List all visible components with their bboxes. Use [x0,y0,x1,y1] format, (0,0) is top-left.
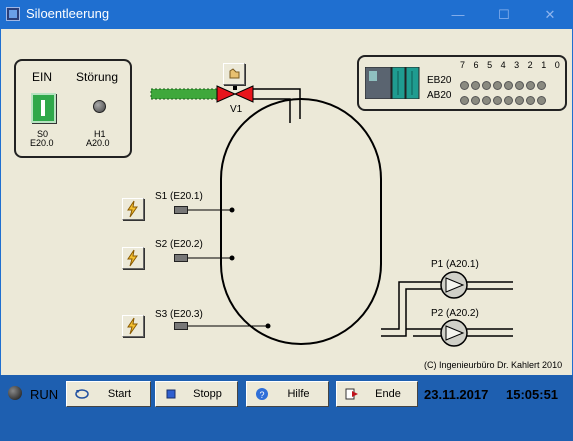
sensor-s2-button[interactable] [122,247,144,269]
valve-toggle-button[interactable] [223,63,245,85]
lightning-icon [127,249,138,267]
sensor-s1-button[interactable] [122,198,144,220]
pump-p1-label: P1 (A20.1) [431,259,479,270]
valve-label: V1 [230,104,243,115]
start-label: Start [107,388,132,400]
feed-pipe [151,89,217,99]
process-diagram [150,84,513,347]
hand-icon [229,68,240,79]
title-bar: Siloentleerung — ☐ ✕ [0,0,573,29]
stopp-label: Stopp [193,388,222,400]
pump-p2-label: P2 (A20.2) [431,308,479,319]
stopp-button[interactable]: Stopp [155,381,238,407]
lightning-icon [127,317,138,335]
hilfe-button[interactable]: ? Hilfe [246,381,329,407]
minimize-icon[interactable]: — [435,0,481,29]
hilfe-label: Hilfe [287,388,310,400]
sensor-s2-label: S2 (E20.2) [155,239,203,250]
lightning-icon [127,200,138,218]
sensor-s1-label: S1 (E20.1) [155,191,203,202]
start-button[interactable]: Start [66,381,151,407]
sensor-s3-button[interactable] [122,315,144,337]
window-title: Siloentleerung [26,6,110,21]
app-icon [6,7,20,21]
date-display: 23.11.2017 [424,387,489,402]
close-icon[interactable]: ✕ [527,0,573,29]
copyright: (C) Ingenieurbüro Dr. Kahlert 2010 [424,360,563,370]
maximize-icon[interactable]: ☐ [481,0,527,29]
inlet-pipe [253,88,301,119]
run-label: RUN [30,387,59,402]
sensor-s3-label: S3 (E20.3) [155,309,203,320]
sensor-s2 [174,254,188,262]
ende-button[interactable]: Ende [336,381,418,407]
sensor-s3 [174,322,188,330]
outlet-pipe-p2 [406,328,441,337]
silo [220,98,382,345]
ende-label: Ende [375,388,401,400]
valve-v1[interactable] [216,85,237,103]
sensor-s1 [174,206,188,214]
process-view: EIN Störung S0 E20.0 H1 A20.0 7 6 5 4 3 … [1,29,572,375]
time-display: 15:05:51 [506,387,559,402]
run-led [8,386,22,400]
